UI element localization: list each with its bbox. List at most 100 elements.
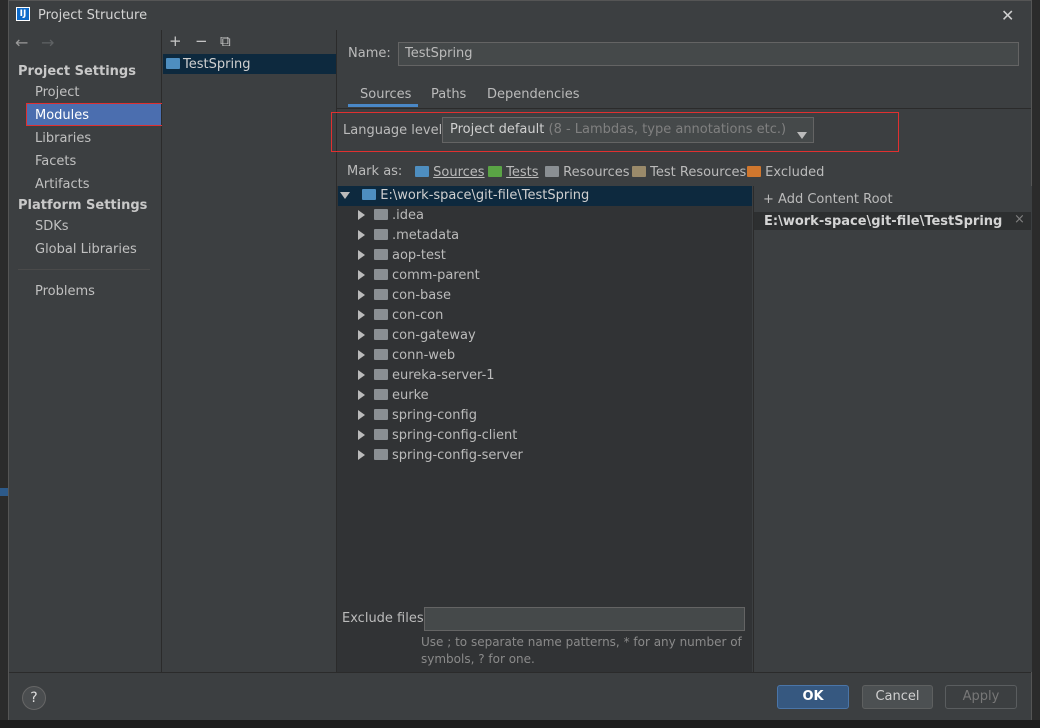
resources-folder-icon bbox=[545, 166, 559, 177]
language-level-label: Language level: bbox=[343, 123, 447, 138]
mark-test-resources-label: Test Resources bbox=[650, 165, 747, 180]
language-level-dropdown[interactable]: Project default (8 - Lambdas, type annot… bbox=[442, 117, 814, 143]
tree-folder-row[interactable]: eureka-server-1 bbox=[358, 366, 495, 386]
remove-content-root-icon[interactable]: × bbox=[1014, 212, 1025, 227]
tree-folder-row[interactable]: spring-config-server bbox=[358, 446, 523, 466]
tree-root-label: E:\work-space\git-file\TestSpring bbox=[380, 188, 590, 203]
tree-folder-label: spring-config-server bbox=[392, 448, 523, 463]
tree-folder-label: aop-test bbox=[392, 248, 446, 263]
expand-arrow-icon[interactable] bbox=[358, 370, 365, 380]
background-window-bottom bbox=[0, 720, 1040, 728]
mark-resources-button[interactable]: Resources bbox=[545, 165, 630, 180]
mark-as-label: Mark as: bbox=[347, 164, 403, 179]
sidebar-item-modules[interactable]: Modules bbox=[35, 108, 89, 123]
mark-tests-button[interactable]: Tests bbox=[488, 165, 539, 180]
mark-tests-label: Tests bbox=[506, 165, 539, 180]
tree-folder-row[interactable]: .metadata bbox=[358, 226, 459, 246]
test-resources-folder-icon bbox=[632, 166, 646, 177]
tree-folder-row[interactable]: conn-web bbox=[358, 346, 455, 366]
exclude-help-line2: symbols, ? for one. bbox=[421, 652, 535, 666]
expand-arrow-icon[interactable] bbox=[358, 270, 365, 280]
tree-folder-row[interactable]: aop-test bbox=[358, 246, 446, 266]
folder-icon bbox=[374, 389, 388, 400]
content-root-panel bbox=[753, 186, 1032, 672]
section-platform-settings: Platform Settings bbox=[18, 198, 148, 213]
tree-folder-row[interactable]: spring-config bbox=[358, 406, 477, 426]
folder-icon bbox=[374, 309, 388, 320]
sidebar-item-project[interactable]: Project bbox=[35, 85, 79, 100]
ok-button[interactable]: OK bbox=[777, 685, 849, 709]
tree-folder-row[interactable]: con-con bbox=[358, 306, 443, 326]
sidebar-item-global-libraries[interactable]: Global Libraries bbox=[35, 242, 137, 257]
tree-folder-row[interactable]: .idea bbox=[358, 206, 424, 226]
tree-folder-label: spring-config bbox=[392, 408, 477, 423]
cancel-button[interactable]: Cancel bbox=[862, 685, 933, 709]
tree-folder-label: spring-config-client bbox=[392, 428, 518, 443]
expand-arrow-icon[interactable] bbox=[358, 450, 365, 460]
tree-folder-row[interactable]: con-base bbox=[358, 286, 451, 306]
sidebar-item-artifacts[interactable]: Artifacts bbox=[35, 177, 90, 192]
sidebar-separator bbox=[18, 269, 150, 270]
expand-arrow-icon[interactable] bbox=[358, 410, 365, 420]
remove-module-icon[interactable]: − bbox=[195, 32, 208, 50]
tab-dependencies[interactable]: Dependencies bbox=[487, 87, 580, 102]
sidebar-item-sdks[interactable]: SDKs bbox=[35, 219, 69, 234]
mark-excluded-button[interactable]: Excluded bbox=[747, 165, 824, 180]
mark-sources-button[interactable]: Sources bbox=[415, 165, 485, 180]
copy-module-icon[interactable]: ⧉ bbox=[220, 32, 231, 50]
tree-folder-label: conn-web bbox=[392, 348, 456, 363]
sidebar-item-facets[interactable]: Facets bbox=[35, 154, 76, 169]
tree-folder-row[interactable]: eurke bbox=[358, 386, 429, 406]
expand-arrow-icon[interactable] bbox=[358, 350, 365, 360]
expand-arrow-icon[interactable] bbox=[358, 330, 365, 340]
folder-icon bbox=[374, 249, 388, 260]
expand-arrow-icon[interactable] bbox=[358, 390, 365, 400]
add-module-icon[interactable]: + bbox=[169, 32, 182, 50]
chevron-down-icon bbox=[797, 128, 807, 143]
expand-arrow-icon bbox=[340, 192, 350, 199]
exclude-files-input[interactable] bbox=[424, 607, 745, 631]
settings-sidebar bbox=[9, 30, 162, 672]
expand-arrow-icon[interactable] bbox=[358, 250, 365, 260]
module-name-input[interactable]: TestSpring bbox=[398, 42, 1019, 66]
sources-folder-icon bbox=[415, 166, 429, 177]
name-label: Name: bbox=[348, 46, 391, 61]
mark-test-resources-button[interactable]: Test Resources bbox=[632, 165, 746, 180]
title-bar bbox=[8, 0, 1032, 30]
modules-panel bbox=[162, 30, 337, 672]
sidebar-item-libraries[interactable]: Libraries bbox=[35, 131, 91, 146]
back-arrow-icon[interactable]: ← bbox=[15, 33, 28, 52]
active-tab-indicator bbox=[348, 104, 418, 107]
tree-folder-row[interactable]: comm-parent bbox=[358, 266, 480, 286]
module-folder-icon bbox=[166, 57, 180, 72]
tab-paths[interactable]: Paths bbox=[431, 87, 466, 102]
tree-folder-label: .idea bbox=[392, 208, 424, 223]
exclude-files-label: Exclude files: bbox=[342, 611, 429, 626]
tree-folder-row[interactable]: spring-config-client bbox=[358, 426, 517, 446]
close-icon[interactable]: ✕ bbox=[1001, 6, 1014, 25]
intellij-app-icon: IJ bbox=[16, 7, 30, 21]
tree-folder-label: con-gateway bbox=[392, 328, 476, 343]
tree-folder-label: eurke bbox=[392, 388, 429, 403]
tree-folder-label: con-con bbox=[392, 308, 444, 323]
mark-sources-label: Sources bbox=[433, 165, 485, 180]
add-content-root-button[interactable]: + Add Content Root bbox=[763, 192, 893, 207]
help-button[interactable]: ? bbox=[22, 686, 46, 710]
tree-root-row[interactable]: E:\work-space\git-file\TestSpring bbox=[340, 188, 589, 203]
expand-arrow-icon[interactable] bbox=[358, 210, 365, 220]
module-item-testspring[interactable]: TestSpring bbox=[183, 57, 251, 72]
expand-arrow-icon[interactable] bbox=[358, 430, 365, 440]
folder-icon bbox=[374, 369, 388, 380]
tree-folder-label: .metadata bbox=[392, 228, 460, 243]
tab-sources[interactable]: Sources bbox=[360, 87, 411, 102]
forward-arrow-icon[interactable]: → bbox=[41, 33, 54, 52]
tree-folder-row[interactable]: con-gateway bbox=[358, 326, 476, 346]
expand-arrow-icon[interactable] bbox=[358, 310, 365, 320]
folder-icon bbox=[374, 349, 388, 360]
content-root-path: E:\work-space\git-file\TestSpring bbox=[764, 214, 1003, 229]
apply-button[interactable]: Apply bbox=[945, 685, 1017, 709]
sidebar-item-problems[interactable]: Problems bbox=[35, 284, 95, 299]
expand-arrow-icon[interactable] bbox=[358, 290, 365, 300]
expand-arrow-icon[interactable] bbox=[358, 230, 365, 240]
tabs-divider bbox=[337, 108, 1031, 109]
